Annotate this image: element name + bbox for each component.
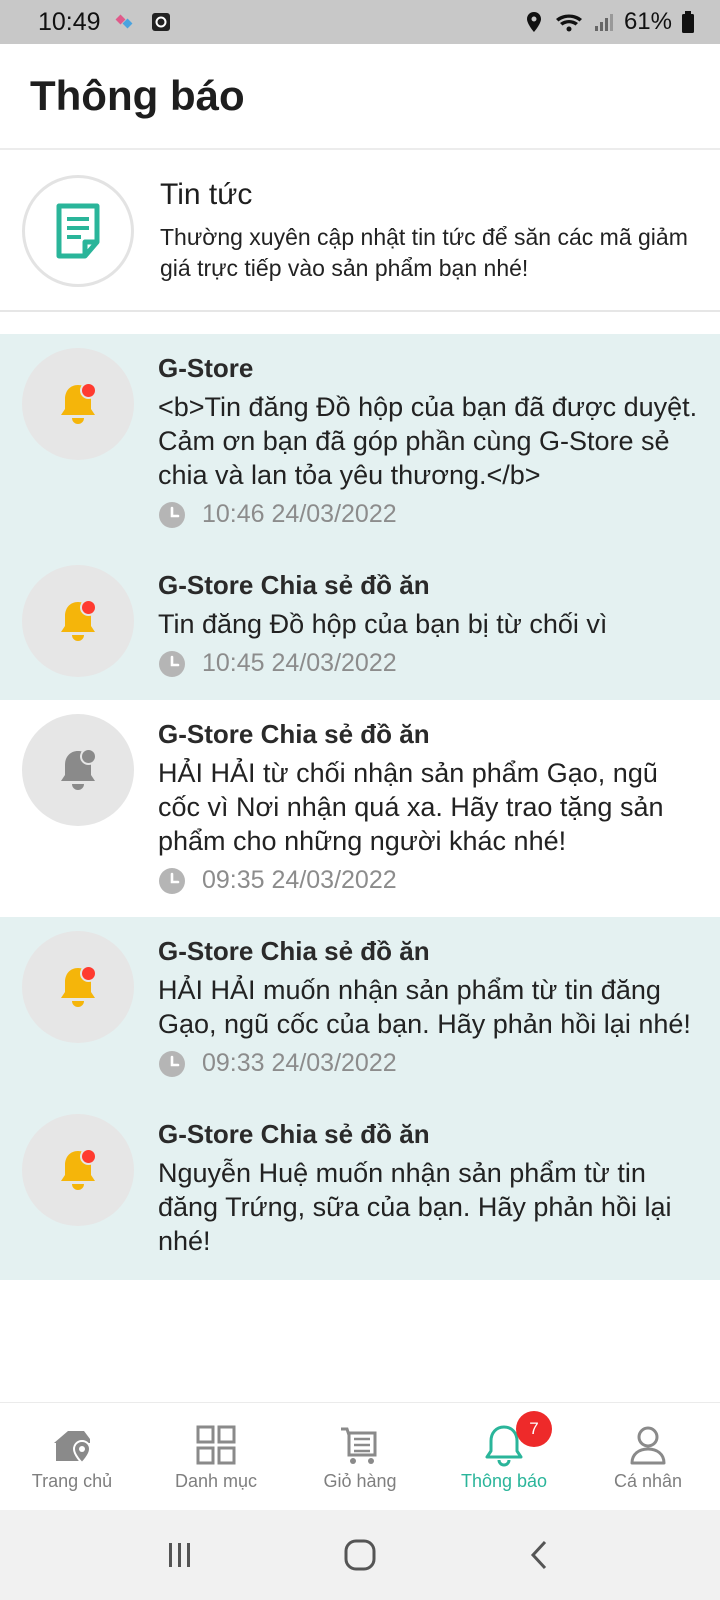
nav-item-cart[interactable]: Giỏ hàng [288, 1403, 432, 1510]
notification-time: 10:45 24/03/2022 [202, 649, 397, 677]
home-circle-icon [344, 1539, 376, 1571]
notification-list[interactable]: G-Store <b>Tin đăng Đồ hộp của bạn đã đư… [0, 334, 720, 1402]
nav-label-home: Trang chủ [31, 1471, 113, 1491]
notification-time-row: 09:35 24/03/2022 [158, 866, 698, 895]
notification-title: G-Store Chia sẻ đồ ăn [158, 570, 430, 600]
notification-badge: 7 [516, 1411, 552, 1447]
clock-icon [159, 501, 185, 528]
status-right: 61% [522, 8, 696, 36]
user-icon [630, 1426, 666, 1465]
unread-dot [80, 599, 97, 616]
clock-icon [159, 867, 185, 894]
home-location-icon [54, 1431, 92, 1465]
notification-avatar [22, 714, 134, 826]
notification-time: 09:35 24/03/2022 [202, 866, 397, 894]
news-title: Tin tức [160, 178, 253, 211]
battery-percent: 61% [623, 8, 672, 35]
nav-label-notifications: Thông báo [460, 1471, 548, 1491]
news-category-row[interactable]: Tin tức Thường xuyên cập nhật tin tức để… [0, 152, 720, 312]
bottom-navigation: Trang chủ Danh mục Giỏ hàng 7 Thông báo [0, 1402, 720, 1510]
notification-message: Tin đăng Đồ hộp của bạn bị từ chối vì [158, 609, 608, 639]
nav-item-home[interactable]: Trang chủ [0, 1403, 144, 1510]
notification-body: G-Store Chia sẻ đồ ăn Nguyễn Huệ muốn nh… [158, 1114, 698, 1258]
news-icon-circle [22, 175, 134, 287]
notification-time-row: 10:45 24/03/2022 [158, 649, 698, 678]
notification-avatar [22, 565, 134, 677]
notification-body: G-Store <b>Tin đăng Đồ hộp của bạn đã đư… [158, 348, 698, 529]
nav-item-categories[interactable]: Danh mục [144, 1403, 288, 1510]
notification-message: HẢI HẢI từ chối nhận sản phẩm Gạo, ngũ c… [158, 758, 664, 856]
notification-item[interactable]: G-Store Chia sẻ đồ ăn HẢI HẢI từ chối nh… [0, 700, 720, 917]
notification-avatar [22, 931, 134, 1043]
notification-message: Nguyễn Huệ muốn nhận sản phẩm từ tin đăn… [158, 1158, 672, 1256]
notification-item[interactable]: G-Store Chia sẻ đồ ăn HẢI HẢI muốn nhận … [0, 917, 720, 1100]
notification-body: G-Store Chia sẻ đồ ăn HẢI HẢI từ chối nh… [158, 714, 698, 895]
notification-title: G-Store Chia sẻ đồ ăn [158, 936, 430, 966]
document-icon [56, 203, 100, 259]
home-button[interactable] [330, 1525, 390, 1585]
back-chevron-icon [530, 1540, 547, 1570]
battery-icon [682, 11, 694, 33]
recent-apps-icon [169, 1543, 190, 1567]
notification-title: G-Store Chia sẻ đồ ăn [158, 1119, 430, 1149]
status-left: 10:49 [38, 8, 173, 37]
nav-label-profile: Cá nhân [613, 1471, 683, 1491]
page-title: Thông báo [30, 72, 245, 119]
notification-item[interactable]: G-Store <b>Tin đăng Đồ hộp của bạn đã đư… [0, 334, 720, 551]
notification-message: <b>Tin đăng Đồ hộp của bạn đã được duyệt… [158, 392, 698, 490]
notification-title: G-Store Chia sẻ đồ ăn [158, 719, 430, 749]
notification-time: 10:46 24/03/2022 [202, 500, 397, 528]
screen-record-icon [151, 13, 170, 31]
news-text: Tin tức Thường xuyên cập nhật tin tức để… [160, 178, 690, 284]
nav-item-notifications[interactable]: 7 Thông báo [432, 1403, 576, 1510]
clock-icon [159, 1050, 185, 1077]
sim-swap-icon [115, 14, 133, 29]
signal-icon [594, 14, 613, 31]
notification-item[interactable]: G-Store Chia sẻ đồ ăn Tin đăng Đồ hộp củ… [0, 551, 720, 700]
notification-avatar [22, 348, 134, 460]
notification-message: HẢI HẢI muốn nhận sản phẩm từ tin đăng G… [158, 975, 691, 1039]
notification-body: G-Store Chia sẻ đồ ăn Tin đăng Đồ hộp củ… [158, 565, 698, 678]
wifi-icon [555, 14, 582, 32]
notification-body: G-Store Chia sẻ đồ ăn HẢI HẢI muốn nhận … [158, 931, 698, 1078]
clock-icon [159, 650, 185, 677]
recent-apps-button[interactable] [150, 1525, 210, 1585]
notification-item[interactable]: G-Store Chia sẻ đồ ăn Nguyễn Huệ muốn nh… [0, 1100, 720, 1280]
unread-dot [80, 382, 97, 399]
nav-label-cart: Giỏ hàng [323, 1471, 397, 1491]
unread-dot [80, 1148, 97, 1165]
unread-dot [80, 965, 97, 982]
page-header: Thông báo [0, 44, 720, 150]
cart-icon [341, 1427, 377, 1464]
read-dot [80, 748, 97, 765]
notification-time: 09:33 24/03/2022 [202, 1049, 397, 1077]
status-bar: 10:49 61% [0, 0, 720, 44]
notification-time-row: 10:46 24/03/2022 [158, 500, 698, 529]
notification-time-row: 09:33 24/03/2022 [158, 1049, 698, 1078]
notification-avatar [22, 1114, 134, 1226]
notification-title: G-Store [158, 353, 254, 383]
news-description: Thường xuyên cập nhật tin tức để săn các… [160, 224, 688, 281]
nav-label-categories: Danh mục [174, 1471, 258, 1491]
status-time: 10:49 [38, 7, 101, 36]
back-button[interactable] [510, 1525, 570, 1585]
system-navigation-bar [0, 1510, 720, 1600]
location-icon [526, 12, 541, 32]
grid-icon [196, 1425, 236, 1465]
nav-item-profile[interactable]: Cá nhân [576, 1403, 720, 1510]
